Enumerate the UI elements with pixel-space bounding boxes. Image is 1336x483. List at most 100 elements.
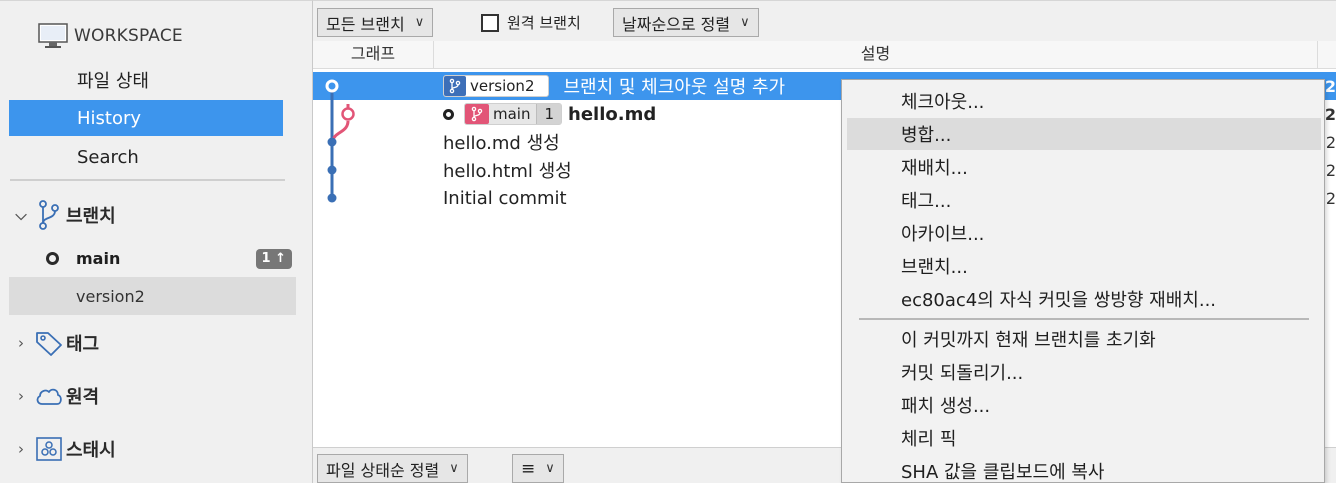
menu-separator [859, 318, 1309, 320]
app-window: WORKSPACE 파일 상태 History Search ⌵ 브랜치 mai… [0, 0, 1336, 483]
chevron-right-icon[interactable]: › [12, 334, 30, 352]
branch-name: main [76, 248, 121, 268]
file-sort-dropdown[interactable]: 파일 상태순 정렬 ∨ [317, 454, 468, 483]
workspace-header: WORKSPACE [38, 21, 183, 51]
file-sort-value: 파일 상태순 정렬 [326, 460, 440, 480]
sort-order-value: 날짜순으로 정렬 [622, 14, 731, 34]
branch-item-main[interactable]: main 1 ↑ [9, 239, 296, 277]
cloud-icon [34, 386, 64, 406]
menu-item-revert[interactable]: 커밋 되돌리기... [847, 356, 1321, 388]
column-description[interactable]: 설명 [434, 41, 1318, 69]
branch-icon [465, 104, 489, 124]
menu-item-label: 체크아웃... [901, 92, 985, 113]
menu-item-label: 커밋 되돌리기... [901, 363, 1024, 384]
section-tags[interactable]: › 태그 [12, 326, 99, 360]
sidebar-item-label: 파일 상태 [77, 71, 149, 92]
sidebar-divider [10, 179, 285, 181]
chevron-right-icon[interactable]: › [12, 440, 30, 458]
sidebar: WORKSPACE 파일 상태 History Search ⌵ 브랜치 mai… [0, 0, 313, 483]
section-label: 원격 [66, 387, 100, 408]
graph-node [326, 80, 338, 92]
branch-item-version2[interactable]: version2 [9, 277, 296, 315]
menu-item-label: 재배치... [901, 158, 968, 179]
chevron-down-icon: ∨ [545, 461, 555, 476]
stash-icon [34, 436, 64, 462]
menu-item-branch[interactable]: 브랜치... [847, 250, 1321, 282]
commit-date: 2 [1325, 161, 1336, 180]
menu-item-label: 병합... [901, 125, 952, 146]
graph-node [327, 165, 337, 175]
commit-date: 2 [1324, 105, 1336, 124]
section-remotes[interactable]: › 원격 [12, 379, 99, 413]
commit-message: hello.html 생성 [443, 161, 572, 182]
view-mode-dropdown[interactable]: ≡ ∨ [512, 454, 564, 483]
chevron-down-icon: ∨ [740, 15, 750, 30]
branch-icon [444, 76, 466, 96]
section-label: 태그 [66, 334, 100, 355]
tag-icon [34, 330, 64, 356]
column-graph[interactable]: 그래프 [313, 41, 434, 69]
section-label: 브랜치 [66, 206, 116, 227]
column-header: 그래프 설명 [313, 41, 1336, 69]
sidebar-item-label: History [77, 107, 142, 129]
menu-item-interactive-rebase[interactable]: ec80ac4의 자식 커밋을 쌍방향 재배치... [847, 283, 1321, 315]
section-label: 스태시 [66, 440, 116, 461]
branch-icon [34, 199, 64, 231]
menu-item-cherry-pick[interactable]: 체리 픽 [847, 422, 1321, 454]
branch-filter-dropdown[interactable]: 모든 브랜치 ∨ [317, 8, 434, 37]
menu-item-label: 이 커밋까지 현재 브랜치를 초기화 [901, 330, 1156, 351]
ahead-count: 1 [536, 104, 562, 124]
monitor-icon [38, 23, 68, 48]
sort-order-dropdown[interactable]: 날짜순으로 정렬 ∨ [613, 8, 759, 37]
menu-item-tag[interactable]: 태그... [847, 184, 1321, 216]
commit-message: 브랜치 및 체크아웃 설명 추가 [563, 77, 786, 98]
commit-date: 2 [1325, 133, 1336, 152]
menu-item-archive[interactable]: 아카이브... [847, 217, 1321, 249]
menu-item-create-patch[interactable]: 패치 생성... [847, 389, 1321, 421]
remote-branches-toggle[interactable]: 원격 브랜치 [481, 12, 581, 33]
branch-label-text: version2 [470, 77, 535, 95]
menu-item-reset[interactable]: 이 커밋까지 현재 브랜치를 초기화 [847, 323, 1321, 355]
menu-item-label: ec80ac4의 자식 커밋을 쌍방향 재배치... [901, 290, 1217, 311]
ahead-badge: 1 ↑ [255, 249, 292, 269]
graph-edge [331, 120, 350, 141]
sidebar-item-label: Search [77, 146, 139, 168]
section-branches[interactable]: ⌵ 브랜치 [12, 198, 116, 232]
menu-item-label: 아카이브... [901, 224, 985, 245]
chevron-down-icon: ∨ [449, 461, 459, 476]
graph-node [327, 193, 337, 203]
commit-message: hello.md [568, 103, 657, 125]
graph-node [327, 137, 337, 147]
menu-item-merge[interactable]: 병합... [847, 118, 1321, 150]
branch-name: version2 [76, 286, 145, 306]
section-stashes[interactable]: › 스태시 [12, 432, 116, 466]
chevron-right-icon[interactable]: › [12, 387, 30, 405]
chevron-down-icon[interactable]: ⌵ [12, 206, 30, 224]
workspace-label: WORKSPACE [74, 26, 183, 46]
menu-item-checkout[interactable]: 체크아웃... [847, 85, 1321, 117]
head-icon [443, 108, 454, 120]
history-toolbar: 모든 브랜치 ∨ 원격 브랜치 날짜순으로 정렬 ∨ [313, 0, 1336, 41]
remote-branches-checkbox[interactable] [481, 13, 499, 32]
commit-context-menu: 체크아웃... 병합... 재배치... 태그... 아카이브... 브랜치..… [841, 79, 1325, 483]
branch-label-version2: version2 [443, 75, 550, 97]
menu-item-label: 브랜치... [901, 257, 968, 278]
sidebar-item-history[interactable]: History [9, 100, 283, 136]
commit-date: 2 [1325, 189, 1336, 208]
graph-node [341, 107, 355, 121]
chevron-down-icon: ∨ [414, 15, 425, 30]
sidebar-item-file-status[interactable]: 파일 상태 [9, 62, 283, 98]
menu-item-rebase[interactable]: 재배치... [847, 151, 1321, 183]
commit-message: Initial commit [443, 187, 567, 209]
menu-item-label: 태그... [901, 191, 952, 212]
commit-graph [325, 79, 355, 203]
branch-filter-value: 모든 브랜치 [326, 14, 405, 34]
menu-item-copy-sha[interactable]: SHA 값을 클립보드에 복사 [847, 455, 1321, 483]
current-branch-icon [46, 251, 59, 265]
menu-item-label: 패치 생성... [901, 396, 991, 417]
remote-branches-label: 원격 브랜치 [507, 14, 581, 32]
menu-item-label: 체리 픽 [901, 429, 957, 450]
sidebar-item-search[interactable]: Search [9, 139, 283, 175]
menu-item-label: SHA 값을 클립보드에 복사 [901, 462, 1105, 483]
branch-label-main: main 1 [464, 103, 563, 125]
